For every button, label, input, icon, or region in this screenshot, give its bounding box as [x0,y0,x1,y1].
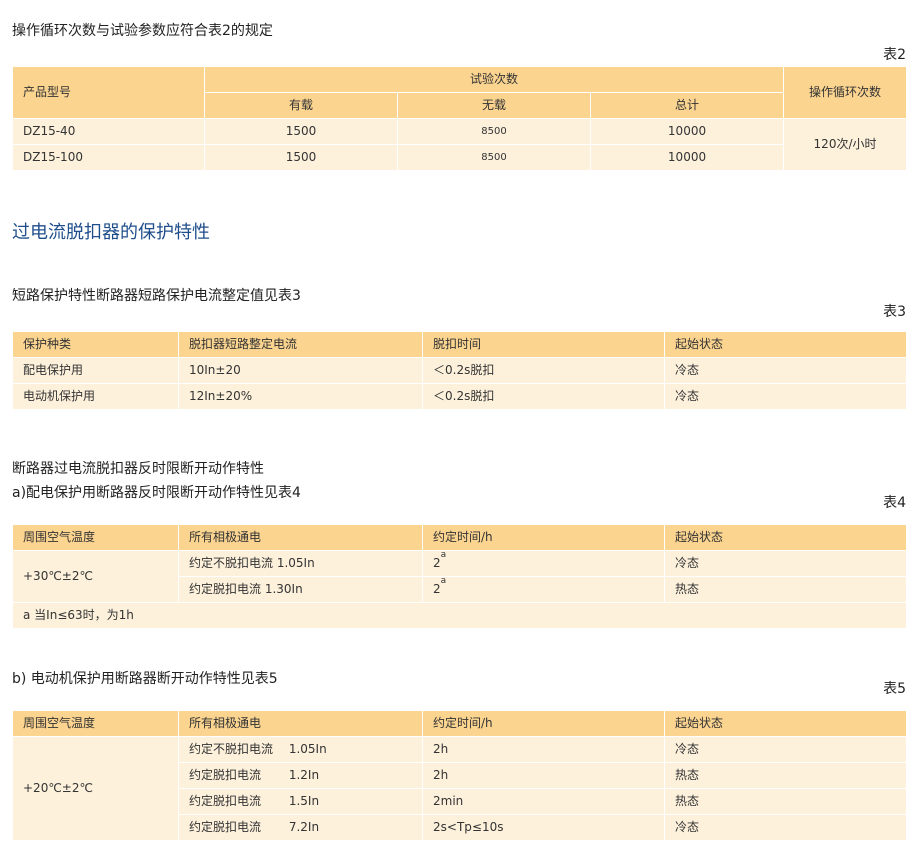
table-row: 配电保护用 10In±20 ＜0.2s脱扣 冷态 [12,357,907,384]
table2: 产品型号 试验次数 操作循环次数 有载 无载 总计 DZ15-40 1500 8… [12,66,908,171]
time-value: 2 [433,556,441,570]
table3-header: 脱扣时间 [422,331,665,358]
inverse-title: 断路器过电流脱扣器反时限断开动作特性 [12,461,264,477]
table-cell: DZ15-40 [12,118,205,145]
table-cell: 电动机保护用 [12,383,179,410]
table2-sub-total: 总计 [589,92,785,119]
table-cell: 约定脱扣电流 1.30In [178,576,423,603]
table2-sub-load: 有载 [204,92,398,119]
table4-header: 所有相极通电 [178,524,423,551]
time-value: 2 [433,582,441,596]
table-row: 电动机保护用 12In±20% ＜0.2s脱扣 冷态 [12,383,907,410]
table5-header: 起始状态 [664,710,907,737]
table2-label: 表2 [883,47,906,63]
table2-sub-noload: 无载 [397,92,591,119]
table-row: DZ15-100 1500 8500 10000 [12,144,907,171]
table5: 周围空气温度 所有相极通电 约定时间/h 起始状态 +20℃±2℃ 约定不脱扣电… [12,710,907,841]
table-cell: 约定脱扣电流 1.2In [178,762,423,789]
table-row: +20℃±2℃ 约定不脱扣电流 1.05In 2h 冷态 [12,736,907,841]
table-cell: 2a [422,550,665,577]
table5-label: 表5 [883,681,906,697]
table-cell: 冷态 [664,383,907,410]
table-cell: 10000 [589,144,785,171]
table-cell: 10In±20 [178,357,423,384]
table-cell: 约定脱扣电流 1.5In [178,788,423,815]
table-cell: 热态 [664,762,907,789]
table2-head-cycles: 操作循环次数 [783,66,908,119]
table-cell: 10000 [589,118,785,145]
table-cell: 2min [422,788,665,815]
table-row: a 当In≤63时，为1h [12,602,907,629]
section-title: 过电流脱扣器的保护特性 [12,222,210,243]
table4-header: 约定时间/h [422,524,665,551]
table-cell: ＜0.2s脱扣 [422,383,665,410]
table-cell: 约定不脱扣电流 1.05In [178,736,423,763]
table-cell: 约定不脱扣电流 1.05In [178,550,423,577]
table-cell: 12In±20% [178,383,423,410]
footnote-mark: a [440,550,447,560]
table-row: DZ15-40 1500 8500 10000 120次/小时 [12,118,908,171]
table4-note: a 当In≤63时，为1h [12,602,907,629]
table-cell: 冷态 [664,550,907,577]
table4-header: 周围空气温度 [12,524,179,551]
table4-caption: a)配电保护用断路器反时限断开动作特性见表4 [12,485,301,501]
table-cell: DZ15-100 [12,144,205,171]
table-cell: 配电保护用 [12,357,179,384]
table-cell: ＜0.2s脱扣 [422,357,665,384]
intro-text: 操作循环次数与试验参数应符合表2的规定 [12,23,273,39]
table-cell: 约定脱扣电流 7.2In [178,814,423,841]
table-cell: 2s<Tp≤10s [422,814,665,841]
table-cell: 2h [422,762,665,789]
table-cell: 热态 [664,576,907,603]
table-cell: 冷态 [664,357,907,384]
table5-header: 所有相极通电 [178,710,423,737]
footnote-mark: a [440,576,447,586]
table4-temp: +30℃±2℃ [12,550,179,603]
table-cell: 2h [422,736,665,763]
table-cell: 1500 [204,118,398,145]
table5-caption: b) 电动机保护用断路器断开动作特性见表5 [12,671,278,687]
table3: 保护种类 脱扣器短路整定电流 脱扣时间 起始状态 配电保护用 10In±20 ＜… [12,331,907,410]
table2-head-tests: 试验次数 [203,66,785,93]
table2-cycles: 120次/小时 [783,118,908,171]
table4: 周围空气温度 所有相极通电 约定时间/h 起始状态 +30℃±2℃ 约定不脱扣电… [12,524,907,629]
table3-caption: 短路保护特性断路器短路保护电流整定值见表3 [12,288,301,304]
table-cell: 冷态 [664,736,907,763]
table5-header: 周围空气温度 [12,710,179,737]
table3-label: 表3 [883,304,906,320]
table4-label: 表4 [883,495,906,511]
table-cell: 1500 [204,144,398,171]
table5-temp: +20℃±2℃ [12,736,179,841]
table-cell: 热态 [664,788,907,815]
table3-header: 脱扣器短路整定电流 [178,331,423,358]
table2-head-model: 产品型号 [12,66,205,119]
table-cell: 2a [422,576,665,603]
table4-header: 起始状态 [664,524,907,551]
table5-header: 约定时间/h [422,710,665,737]
table-row: +30℃±2℃ 约定不脱扣电流 1.05In 2a 冷态 [12,550,907,603]
table3-header: 起始状态 [664,331,907,358]
table-cell: 冷态 [664,814,907,841]
table-cell: 8500 [397,118,591,145]
table-cell: 8500 [397,144,591,171]
table3-header: 保护种类 [12,331,179,358]
